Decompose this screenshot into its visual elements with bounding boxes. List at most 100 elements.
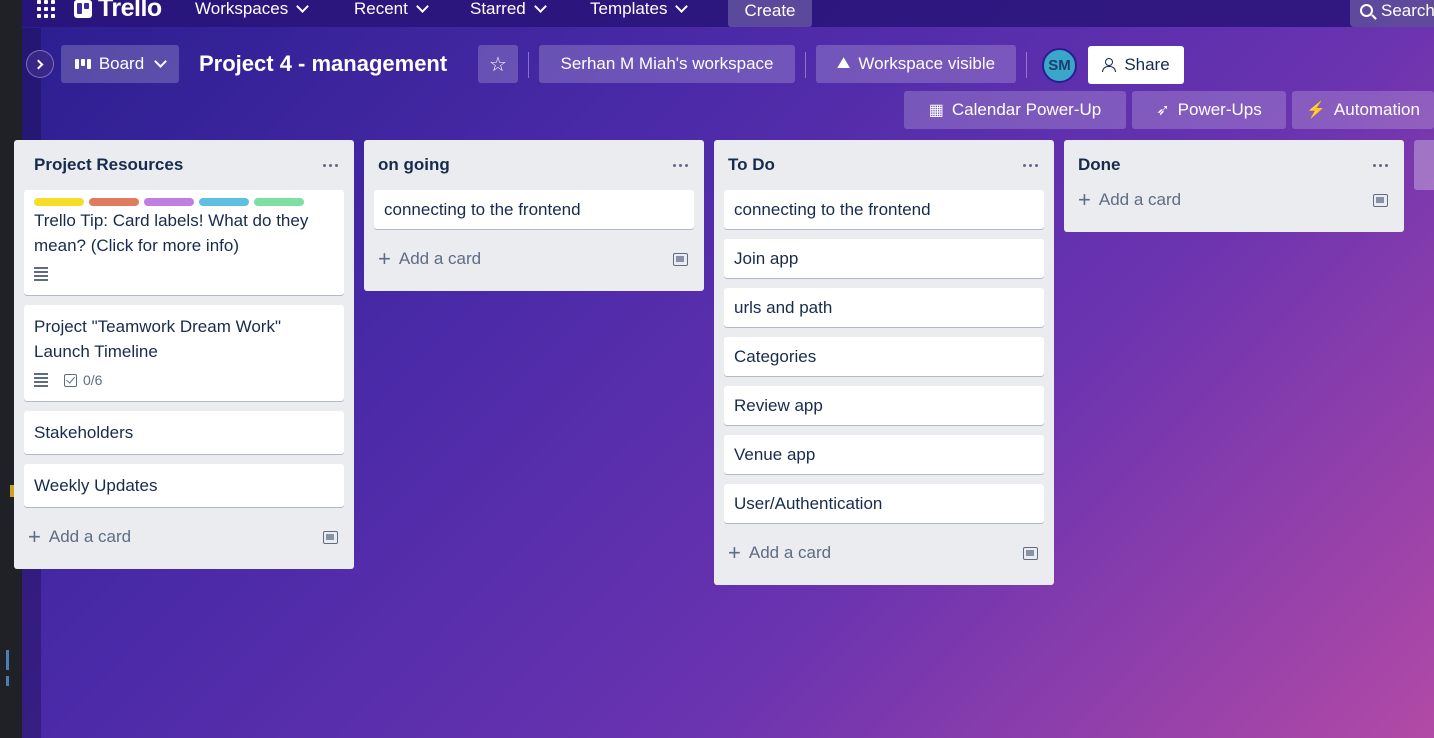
- card[interactable]: Trello Tip: Card labels! What do they me…: [24, 190, 344, 295]
- automation-button[interactable]: ⚡ Automation: [1292, 91, 1434, 129]
- avatar[interactable]: SM: [1042, 48, 1077, 83]
- logo-text: Trello: [98, 0, 162, 22]
- card[interactable]: Venue app: [724, 435, 1044, 474]
- card-title: connecting to the frontend: [734, 200, 931, 219]
- list-header: Project Resources: [24, 140, 344, 190]
- card-badges: 0/6: [34, 368, 334, 392]
- add-card-row: + Add a card: [1074, 180, 1394, 220]
- more-options-icon[interactable]: [323, 163, 338, 167]
- more-options-icon[interactable]: [673, 163, 688, 167]
- trello-logo[interactable]: Trello: [74, 0, 162, 23]
- workspace-button[interactable]: Serhan M Miah's workspace: [539, 45, 795, 83]
- card-template-icon[interactable]: [323, 530, 338, 544]
- visibility-label: Workspace visible: [858, 54, 996, 73]
- card-template-icon[interactable]: [1373, 193, 1388, 207]
- list-title[interactable]: on going: [378, 155, 450, 175]
- card-title: Categories: [734, 347, 817, 366]
- card-title: Join app: [734, 249, 799, 268]
- card[interactable]: connecting to the frontend: [374, 190, 694, 229]
- checklist-count: 0/6: [83, 371, 103, 388]
- add-card-label: Add a card: [1098, 190, 1182, 209]
- label-orange[interactable]: [89, 198, 139, 206]
- card-title: Weekly Updates: [34, 476, 158, 495]
- star-board-button[interactable]: ☆: [478, 45, 518, 83]
- nav-starred[interactable]: Starred: [470, 0, 547, 24]
- gutter-marker: [6, 676, 9, 686]
- board-view-icon: [74, 59, 91, 69]
- add-card-button[interactable]: + Add a card: [28, 526, 131, 548]
- plus-icon: +: [728, 540, 741, 565]
- card[interactable]: connecting to the frontend: [724, 190, 1044, 229]
- card-template-icon[interactable]: [673, 252, 688, 266]
- nav-templates[interactable]: Templates: [590, 0, 689, 24]
- more-options-icon[interactable]: [1373, 163, 1388, 167]
- list-title[interactable]: Project Resources: [34, 155, 183, 175]
- list-header: on going: [374, 140, 694, 190]
- card[interactable]: Categories: [724, 337, 1044, 376]
- checklist-badge: 0/6: [64, 368, 102, 393]
- visibility-icon: ⛰: [836, 55, 851, 72]
- add-person-icon: [1102, 58, 1117, 72]
- board-view-button[interactable]: Board: [61, 45, 179, 83]
- chevron-down-icon: [675, 0, 689, 13]
- automation-label: Automation: [1333, 100, 1420, 119]
- powerups-button[interactable]: ➶ Power-Ups: [1132, 91, 1286, 129]
- lightning-icon: ⚡: [1306, 102, 1326, 119]
- list-done: Done + Add a card: [1064, 140, 1404, 232]
- nav-recent[interactable]: Recent: [354, 0, 429, 24]
- card[interactable]: urls and path: [724, 288, 1044, 327]
- label-blue[interactable]: [199, 198, 249, 206]
- search-input[interactable]: Search: [1350, 0, 1434, 27]
- add-card-button[interactable]: + Add a card: [728, 542, 831, 564]
- label-purple[interactable]: [144, 198, 194, 206]
- card-title: Venue app: [734, 445, 816, 464]
- add-card-label: Add a card: [748, 543, 832, 562]
- nav-workspaces[interactable]: Workspaces: [195, 0, 310, 24]
- powerups-label: Power-Ups: [1177, 100, 1262, 119]
- header-divider: [1026, 52, 1027, 78]
- apps-grid-icon[interactable]: [37, 0, 55, 18]
- list-title[interactable]: To Do: [728, 155, 775, 175]
- card[interactable]: User/Authentication: [724, 484, 1044, 523]
- card[interactable]: Review app: [724, 386, 1044, 425]
- plus-icon: +: [378, 246, 391, 271]
- calendar-powerup-button[interactable]: ▦ Calendar Power-Up: [904, 91, 1126, 129]
- add-card-button[interactable]: + Add a card: [378, 248, 481, 270]
- nav-label: Starred: [470, 0, 526, 18]
- add-card-label: Add a card: [48, 527, 132, 546]
- label-yellow[interactable]: [34, 198, 84, 206]
- rocket-icon: ➶: [1156, 102, 1170, 119]
- share-button[interactable]: Share: [1088, 46, 1184, 84]
- search-icon: [1360, 4, 1373, 17]
- nav-label: Templates: [590, 0, 668, 18]
- calendar-icon: ▦: [928, 102, 944, 119]
- card[interactable]: Join app: [724, 239, 1044, 278]
- list-title[interactable]: Done: [1078, 155, 1121, 175]
- chevron-down-icon: [416, 0, 429, 13]
- search-placeholder: Search: [1381, 0, 1434, 20]
- plus-icon: +: [28, 524, 41, 549]
- nav-label: Recent: [354, 0, 408, 18]
- add-card-button[interactable]: + Add a card: [1078, 189, 1181, 211]
- card[interactable]: Project "Teamwork Dream Work" Launch Tim…: [24, 305, 344, 401]
- board-view-label: Board: [98, 54, 145, 73]
- create-button[interactable]: Create: [728, 0, 812, 27]
- card-title: Trello Tip: Card labels! What do they me…: [34, 211, 309, 255]
- more-options-icon[interactable]: [1023, 163, 1038, 167]
- add-list-button[interactable]: [1414, 140, 1434, 190]
- label-green[interactable]: [254, 198, 304, 206]
- card-title: Project "Teamwork Dream Work" Launch Tim…: [34, 317, 281, 361]
- card-title: Stakeholders: [34, 423, 134, 442]
- card[interactable]: Stakeholders: [24, 411, 344, 454]
- add-card-row: + Add a card: [24, 517, 344, 557]
- description-icon: [34, 267, 48, 281]
- card-title: User/Authentication: [734, 494, 883, 513]
- star-icon: ☆: [489, 53, 507, 76]
- card-template-icon[interactable]: [1023, 546, 1038, 560]
- visibility-button[interactable]: ⛰ Workspace visible: [816, 45, 1016, 83]
- expand-sidebar-button[interactable]: [26, 50, 54, 78]
- card[interactable]: Weekly Updates: [24, 464, 344, 507]
- chevron-right-icon: [33, 59, 44, 69]
- board-title[interactable]: Project 4 - management: [199, 51, 447, 77]
- gutter-marker: [6, 650, 9, 670]
